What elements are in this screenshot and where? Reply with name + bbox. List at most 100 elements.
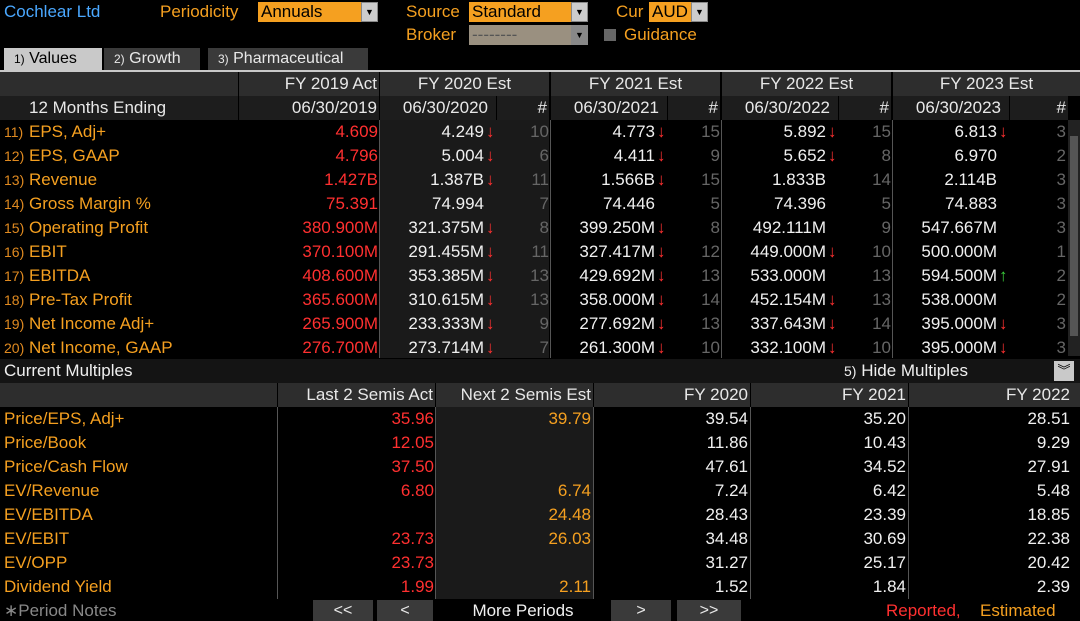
cell-fy2022[interactable]: 452.154M [750,288,826,312]
currency-value: AUD [652,2,688,21]
multiple-label: EV/Revenue [4,481,100,500]
table-row[interactable]: EV/OPP 23.73 31.27 25.17 20.42 [0,551,1080,575]
cell-fy2022[interactable]: 533.000M [750,264,826,288]
row-label[interactable]: EBITDA [29,264,90,288]
cell-fy2022[interactable]: 74.396 [774,192,826,216]
down-arrow-icon: ↓ [999,338,1008,357]
cell-fy2022[interactable]: 1.833B [772,168,826,192]
table-row[interactable]: 19) Net Income Adj+ 265.900M 233.333M ↓ 9 277.… [0,312,1080,336]
broker-dropdown[interactable]: -------- ▼ [469,25,588,45]
table-row[interactable]: Price/EPS, Adj+ 35.96 39.79 39.54 35.20 28.51 [0,407,1080,431]
mult-cell-fy2022: 5.48 [1036,481,1070,500]
table-row[interactable]: Price/Cash Flow 37.50 47.61 34.52 27.91 [0,455,1080,479]
count-fy2023: 3 [1056,170,1066,189]
down-arrow-icon: ↓ [828,122,837,141]
currency-dropdown[interactable]: AUD ▼ [649,2,708,22]
table-row[interactable]: 17) EBITDA 408.600M 353.385M ↓ 13 429.692M ↓ 13 5… [0,264,1080,288]
row-label[interactable]: Operating Profit [29,216,148,240]
grid-scrollbar[interactable] [1068,120,1080,356]
table-row[interactable]: EV/Revenue 6.80 6.74 7.24 6.42 5.48 [0,479,1080,503]
cell-fy2021[interactable]: 4.773 [612,120,655,144]
tab-growth[interactable]: 2) Growth [104,48,200,70]
cell-fy2020[interactable]: 233.333M [408,312,484,336]
cell-fy2020[interactable]: 291.455M [408,240,484,264]
table-row[interactable]: Price/Book 12.05 11.86 10.43 9.29 [0,431,1080,455]
cell-fy2022[interactable]: 449.000M [750,240,826,264]
cell-fy2021[interactable]: 429.692M [579,264,655,288]
hide-multiples-button[interactable]: 5) Hide Multiples [844,360,968,382]
down-arrow-icon: ↓ [486,218,495,237]
row-label[interactable]: Revenue [29,168,97,192]
row-label[interactable]: Pre-Tax Profit [29,288,132,312]
table-row[interactable]: 13) Revenue 1.427B 1.387B ↓ 11 1.566B ↓ 15 1.833B… [0,168,1080,192]
cell-fy2020[interactable]: 4.249 [441,120,484,144]
down-arrow-icon: ↓ [486,170,495,189]
guidance-checkbox[interactable] [604,29,616,41]
table-row[interactable]: EV/EBITDA 24.48 28.43 23.39 18.85 [0,503,1080,527]
cell-fy2022[interactable]: 332.100M [750,336,826,360]
table-row[interactable]: 20) Net Income, GAAP 276.700M 273.714M ↓ 7 261… [0,336,1080,360]
row-label[interactable]: Gross Margin % [29,192,151,216]
cell-fy2021[interactable]: 277.692M [579,312,655,336]
periodicity-dropdown[interactable]: Annuals ▼ [258,2,378,22]
mult-cell-next: 26.03 [548,529,591,548]
first-period-button[interactable]: << [313,600,373,621]
cell-fy2023[interactable]: 395.000M [921,312,997,336]
count-fy2021: 9 [710,146,720,165]
cell-fy2021[interactable]: 358.000M [579,288,655,312]
cell-fy2023[interactable]: 2.114B [944,168,997,192]
cell-fy2023[interactable]: 6.970 [954,144,997,168]
row-label[interactable]: Net Income, GAAP [29,336,173,360]
tab-values[interactable]: 1) Values [4,48,102,70]
cell-fy2023[interactable]: 500.000M [921,240,997,264]
cell-fy2023[interactable]: 547.667M [921,216,997,240]
table-row[interactable]: Dividend Yield 1.99 2.11 1.52 1.84 2.39 [0,575,1080,599]
cell-fy2020[interactable]: 353.385M [408,264,484,288]
period-notes[interactable]: ∗Period Notes [4,600,117,621]
table-row[interactable]: 16) EBIT 370.100M 291.455M ↓ 11 327.417M ↓ 12 449… [0,240,1080,264]
collapse-icon[interactable]: ︾ [1054,361,1074,381]
table-row[interactable]: EV/EBIT 23.73 26.03 34.48 30.69 22.38 [0,527,1080,551]
cell-fy2022[interactable]: 492.111M [753,216,826,240]
cell-fy2020[interactable]: 5.004 [441,144,484,168]
legend-estimated: Estimated [980,601,1056,620]
row-label[interactable]: EPS, GAAP [29,144,120,168]
table-row[interactable]: 12) EPS, GAAP 4.796 5.004 ↓ 6 4.411 ↓ 9 5.652 ↓ 8 6.… [0,144,1080,168]
cell-fy2020[interactable]: 321.375M [408,216,484,240]
source-dropdown[interactable]: Standard ▼ [469,2,588,22]
last-period-button[interactable]: >> [677,600,741,621]
cell-fy2022[interactable]: 5.892 [783,120,826,144]
cell-fy2023[interactable]: 538.000M [921,288,997,312]
cell-fy2023[interactable]: 594.500M [921,264,997,288]
col-header-fy2021: FY 2021 Est [551,72,720,96]
next-period-button[interactable]: > [611,600,671,621]
cell-fy2021[interactable]: 1.566B [601,168,655,192]
table-row[interactable]: 14) Gross Margin % 75.391 74.994 7 74.446 5 74.… [0,192,1080,216]
prev-period-button[interactable]: < [377,600,433,621]
table-row[interactable]: 15) Operating Profit 380.900M 321.375M ↓ 8 399… [0,216,1080,240]
cell-fy2020[interactable]: 74.994 [432,192,484,216]
cell-fy2023[interactable]: 395.000M [921,336,997,360]
mult-cell-fy2022: 27.91 [1027,457,1070,476]
cell-fy2023[interactable]: 74.883 [945,192,997,216]
cell-fy2022[interactable]: 337.643M [750,312,826,336]
count-fy2020: 6 [539,146,549,165]
cell-fy2021[interactable]: 74.446 [603,192,655,216]
cell-fy2021[interactable]: 4.411 [614,144,655,168]
row-label[interactable]: EPS, Adj+ [29,120,106,144]
row-label[interactable]: Net Income Adj+ [29,312,154,336]
table-row[interactable]: 18) Pre-Tax Profit 365.600M 310.615M ↓ 13 358.… [0,288,1080,312]
scrollbar-thumb[interactable] [1070,136,1078,336]
cell-fy2023[interactable]: 6.813 [954,120,997,144]
count-fy2020: 13 [530,266,549,285]
cell-fy2021[interactable]: 399.250M [579,216,655,240]
cell-fy2020[interactable]: 1.387B [430,168,484,192]
cell-fy2021[interactable]: 327.417M [579,240,655,264]
row-label[interactable]: EBIT [29,240,67,264]
cell-fy2020[interactable]: 310.615M [408,288,484,312]
cell-fy2020[interactable]: 273.714M [408,336,484,360]
cell-fy2021[interactable]: 261.300M [579,336,655,360]
table-row[interactable]: 11) EPS, Adj+ 4.609 4.249 ↓ 10 4.773 ↓ 15 5.892 ↓ 1… [0,120,1080,144]
cell-fy2022[interactable]: 5.652 [783,144,826,168]
tab-pharmaceutical[interactable]: 3) Pharmaceutical [208,48,368,70]
